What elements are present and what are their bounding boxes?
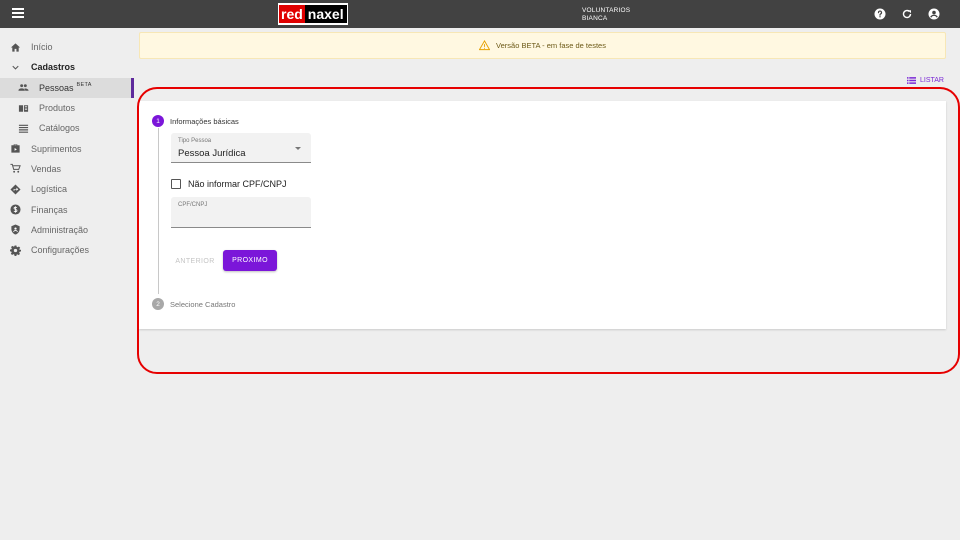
proximo-button[interactable]: PROXIMO [223, 250, 277, 271]
stepper-line [158, 128, 159, 294]
nao-informar-cpf-cnpj-checkbox[interactable]: Não informar CPF/CNPJ [171, 179, 287, 189]
warning-icon [479, 40, 491, 51]
cpf-cnpj-label: CPF/CNPJ [178, 202, 208, 208]
logo-red-text: red [279, 5, 305, 23]
dollar-icon [10, 204, 21, 215]
sidebar-item-label: Pessoas [39, 82, 74, 93]
people-icon [18, 84, 29, 91]
briefcase-icon [11, 144, 20, 153]
step-1-label[interactable]: Informações básicas [170, 117, 239, 126]
cpf-cnpj-field[interactable]: CPF/CNPJ [171, 197, 311, 228]
chevron-down-icon [12, 65, 19, 70]
sidebar: Início Cadastros Pessoas BETA Produtos C… [0, 37, 136, 260]
step-2-indicator[interactable]: 2 [152, 298, 164, 310]
beta-badge: BETA [76, 81, 92, 88]
anterior-button[interactable]: ANTERIOR [171, 251, 219, 271]
sidebar-item-label: Suprimentos [31, 143, 82, 154]
tipo-pessoa-value: Pessoa Jurídica [178, 148, 246, 159]
sidebar-item-label: Início [31, 42, 53, 53]
sidebar-item-label: Produtos [39, 103, 76, 114]
sidebar-item-label: Cadastros [31, 62, 76, 73]
tipo-pessoa-select[interactable]: Tipo Pessoa Pessoa Jurídica [171, 133, 311, 163]
sidebar-item-cadastros[interactable]: Cadastros [0, 57, 136, 77]
user-name: BIANCA [582, 15, 608, 22]
list-icon [907, 77, 916, 84]
checkbox-label: Não informar CPF/CNPJ [188, 179, 287, 189]
sidebar-item-administracao[interactable]: Administração [0, 220, 136, 240]
refresh-icon[interactable] [901, 8, 913, 20]
tipo-pessoa-label: Tipo Pessoa [178, 138, 212, 144]
sidebar-item-label: Logística [31, 184, 68, 195]
shield-icon [11, 224, 20, 235]
sidebar-item-label: Configurações [31, 245, 90, 256]
organization-info: VOLUNTARIOS BIANCA [582, 7, 630, 23]
sidebar-item-label: Vendas [31, 163, 62, 174]
step-2-label[interactable]: Selecione Cadastro [170, 300, 235, 309]
sidebar-item-vendas[interactable]: Vendas [0, 159, 136, 179]
list-icon [18, 124, 29, 133]
home-icon [10, 43, 21, 52]
beta-warning-banner: Versão BETA - em fase de testes [139, 32, 946, 59]
sidebar-item-configuracoes[interactable]: Configurações [0, 240, 136, 260]
logo-naxel-text: naxel [304, 5, 347, 23]
logo: red naxel [278, 3, 348, 25]
sidebar-item-produtos[interactable]: Produtos [0, 98, 136, 118]
help-icon[interactable] [874, 8, 886, 20]
sidebar-item-label: Catálogos [39, 123, 80, 134]
sidebar-item-financas[interactable]: Finanças [0, 199, 136, 219]
sidebar-item-label: Administração [31, 224, 89, 235]
sidebar-item-suprimentos[interactable]: Suprimentos [0, 138, 136, 158]
book-icon [18, 104, 29, 112]
listar-label: LISTAR [920, 77, 944, 84]
account-icon[interactable] [928, 8, 940, 20]
sidebar-item-catalogos[interactable]: Catálogos [0, 118, 136, 138]
step-1-indicator[interactable]: 1 [152, 115, 164, 127]
listar-button[interactable]: LISTAR [907, 77, 944, 84]
sidebar-item-inicio[interactable]: Início [0, 37, 136, 57]
dropdown-arrow-icon [295, 147, 301, 150]
org-name: VOLUNTARIOS [582, 7, 631, 14]
sidebar-item-label: Finanças [31, 204, 68, 215]
cart-icon [10, 164, 21, 174]
menu-icon[interactable] [12, 8, 24, 20]
cpf-cnpj-input[interactable] [178, 211, 304, 225]
sidebar-item-pessoas[interactable]: Pessoas BETA [0, 77, 134, 98]
directions-icon [10, 184, 21, 195]
checkbox-icon[interactable] [171, 179, 181, 189]
gear-icon [10, 245, 21, 256]
sidebar-item-logistica[interactable]: Logística [0, 179, 136, 199]
banner-text: Versão BETA - em fase de testes [496, 41, 606, 50]
top-bar: red naxel VOLUNTARIOS BIANCA [0, 0, 960, 28]
